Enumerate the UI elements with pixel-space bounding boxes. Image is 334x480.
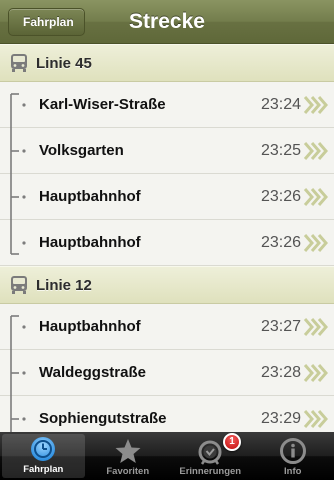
- clock-icon: [31, 437, 56, 461]
- info-icon: [279, 438, 306, 464]
- tab-erinnerungen[interactable]: 1 Erinnerungen: [169, 432, 252, 480]
- stop-name: Hauptbahnhof: [39, 318, 141, 335]
- route-tree-icon: [10, 350, 26, 396]
- stop-time: 23:28: [260, 364, 301, 381]
- chevron-icon: [303, 364, 328, 382]
- chevron-icon: [303, 188, 328, 206]
- route-tree-icon: [10, 396, 26, 432]
- back-button[interactable]: Fahrplan: [8, 8, 85, 36]
- stop-row[interactable]: Waldeggstraße 23:28: [0, 350, 334, 396]
- chevron-icon: [303, 318, 328, 336]
- chevron-icon: [303, 234, 328, 252]
- stop-name: Hauptbahnhof: [39, 234, 141, 251]
- bus-icon: [11, 276, 27, 294]
- tab-fahrplan[interactable]: Fahrplan: [2, 434, 85, 478]
- notification-badge: 1: [223, 433, 241, 451]
- line-label: Linie 12: [36, 276, 92, 294]
- stop-row[interactable]: Volksgarten 23:25: [0, 128, 334, 174]
- stop-time: 23:27: [260, 318, 301, 335]
- stop-name: Waldeggstraße: [39, 364, 146, 381]
- stop-time: 23:24: [260, 96, 301, 113]
- route-tree-icon: [10, 93, 26, 128]
- stop-row[interactable]: Sophiengutstraße 23:29: [0, 396, 334, 432]
- alarm-clock-icon: [198, 440, 222, 465]
- stop-time: 23:26: [260, 188, 301, 205]
- route-tree-icon: [10, 128, 26, 174]
- stop-name: Hauptbahnhof: [39, 188, 141, 205]
- stop-row[interactable]: Karl-Wiser-Straße 23:24: [0, 82, 334, 128]
- route-tree-icon: [10, 315, 26, 350]
- tab-bar: Fahrplan Favoriten 1 Erinnerungen Info: [0, 432, 334, 480]
- tab-label: Info: [284, 466, 302, 477]
- stop-name: Karl-Wiser-Straße: [39, 96, 166, 113]
- route-tree-icon: [10, 220, 26, 255]
- tab-info[interactable]: Info: [252, 432, 334, 480]
- bus-icon: [11, 54, 27, 72]
- stop-row[interactable]: Hauptbahnhof 23:26: [0, 220, 334, 266]
- tab-label: Erinnerungen: [179, 466, 242, 477]
- chevron-icon: [303, 142, 328, 160]
- stop-row[interactable]: Hauptbahnhof 23:26: [0, 174, 334, 220]
- back-button-label: Fahrplan: [23, 15, 74, 29]
- stop-time: 23:29: [260, 410, 301, 427]
- navigation-bar: Fahrplan Strecke: [0, 0, 334, 44]
- chevron-icon: [303, 96, 328, 114]
- stop-time: 23:25: [260, 142, 301, 159]
- star-icon: [115, 439, 141, 463]
- route-list[interactable]: Linie 45 Karl-Wiser-Straße 23:24 Volksga…: [0, 44, 334, 432]
- line-label: Linie 45: [36, 54, 92, 72]
- section-header-line-12: Linie 12: [0, 266, 334, 304]
- stop-name: Volksgarten: [39, 142, 124, 159]
- tab-favoriten[interactable]: Favoriten: [87, 432, 170, 480]
- stop-row[interactable]: Hauptbahnhof 23:27: [0, 304, 334, 350]
- section-header-line-45: Linie 45: [0, 44, 334, 82]
- chevron-icon: [303, 410, 328, 428]
- tab-label: Fahrplan: [23, 464, 64, 475]
- route-tree-icon: [10, 174, 26, 220]
- stop-name: Sophiengutstraße: [39, 410, 167, 427]
- stop-time: 23:26: [260, 234, 301, 251]
- tab-label: Favoriten: [106, 466, 150, 477]
